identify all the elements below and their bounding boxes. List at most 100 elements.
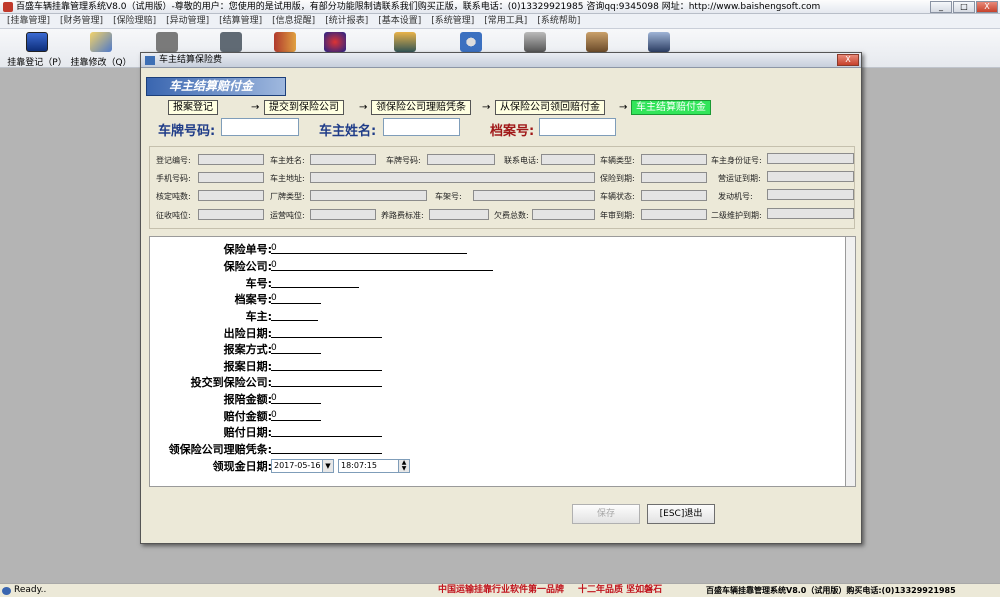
info-label: 保险到期: bbox=[600, 174, 635, 183]
vin-field bbox=[473, 190, 595, 201]
modify-tool-button[interactable]: 挂靠修改（Q） bbox=[66, 32, 136, 68]
info-label: 联系电话: bbox=[504, 156, 539, 165]
payout-amount-value: 0 bbox=[271, 409, 321, 421]
plate-input[interactable] bbox=[221, 118, 299, 136]
reg-no-field bbox=[198, 154, 264, 165]
info-label: 车牌号码: bbox=[386, 156, 421, 165]
toolbar-button-11[interactable] bbox=[624, 32, 694, 52]
info-label: 车主姓名: bbox=[270, 156, 305, 165]
maximize-button[interactable]: □ bbox=[953, 1, 975, 13]
archive-no-value: 0 bbox=[271, 292, 321, 304]
info-label: 运营吨位: bbox=[270, 211, 305, 220]
menu-item[interactable]: [保险理赔] bbox=[108, 14, 161, 28]
step-arrow: → bbox=[619, 102, 628, 113]
toolbar-button-10[interactable] bbox=[562, 32, 632, 52]
window-title-bar: 百盛车辆挂靠管理系统V8.0（试用版）-尊敬的用户：您使用的是试用版，有部分功能… bbox=[0, 0, 1000, 14]
menu-item[interactable]: [基本设置] bbox=[373, 14, 426, 28]
report-amount-value: 0 bbox=[271, 392, 321, 404]
status-icon bbox=[2, 587, 11, 595]
owner-field bbox=[310, 154, 376, 165]
toolbar-button-7[interactable] bbox=[370, 32, 440, 52]
menu-item[interactable]: [信息提醒] bbox=[267, 14, 320, 28]
exit-button[interactable]: [ESC]退出 bbox=[647, 504, 715, 524]
app-icon bbox=[3, 2, 13, 12]
toolbar-button-6[interactable] bbox=[300, 32, 370, 52]
toolbar-button-9[interactable] bbox=[500, 32, 570, 52]
report-date-value bbox=[271, 359, 382, 371]
lock-icon bbox=[524, 32, 546, 52]
menu-item[interactable]: [挂靠管理] bbox=[2, 14, 55, 28]
policy-no-value: 0 bbox=[271, 242, 467, 254]
detail-label: 保险单号: bbox=[223, 243, 272, 256]
menu-item[interactable]: [系统帮助] bbox=[532, 14, 585, 28]
menu-item[interactable]: [结算管理] bbox=[214, 14, 267, 28]
dialog-icon bbox=[145, 56, 155, 65]
detail-label: 领保险公司理赔凭条: bbox=[168, 443, 272, 456]
group-icon bbox=[394, 32, 416, 52]
menu-bar: [挂靠管理] [财务管理] [保险理赔] [异动管理] [结算管理] [信息提醒… bbox=[0, 14, 1000, 29]
operating-tonnage-field bbox=[310, 209, 376, 220]
save-button[interactable]: 保存 bbox=[572, 504, 640, 524]
plate-field bbox=[427, 154, 495, 165]
database-icon bbox=[220, 32, 242, 52]
step-arrow: → bbox=[482, 102, 491, 113]
detail-label: 赔付日期: bbox=[223, 426, 272, 439]
owner-name-label: 车主姓名: bbox=[319, 124, 377, 139]
step-submit-insurer[interactable]: 提交到保险公司 bbox=[264, 100, 344, 115]
detail-label: 保险公司: bbox=[223, 260, 272, 273]
car-no-value bbox=[271, 276, 359, 288]
file-no-label: 档案号: bbox=[490, 124, 535, 139]
info-label: 营运证到期: bbox=[718, 174, 761, 183]
toolbar-button-3[interactable] bbox=[132, 32, 202, 52]
dialog-close-button[interactable]: X bbox=[837, 54, 859, 66]
info-label: 养路费标准: bbox=[381, 211, 424, 220]
step-receive-payment[interactable]: 从保险公司领回赔付金 bbox=[495, 100, 605, 115]
info-label: 车主地址: bbox=[270, 174, 305, 183]
menu-item[interactable]: [常用工具] bbox=[479, 14, 532, 28]
status-slogan-2: 十二年品质 坚如磐石 bbox=[578, 585, 663, 595]
detail-label: 赔付金额: bbox=[223, 410, 272, 423]
vehicle-info-panel: 登记编号: 车主姓名: 车牌号码: 联系电话: 车辆类型: 车主身份证号: 手机… bbox=[149, 146, 855, 229]
cash-date-value: 2017-05-16 bbox=[274, 461, 321, 470]
detail-scrollbar[interactable] bbox=[846, 236, 856, 487]
vehicle-type-field bbox=[641, 154, 707, 165]
document-stack-icon bbox=[156, 32, 178, 52]
register-tool-button[interactable]: 挂靠登记（P） bbox=[2, 32, 72, 68]
info-label: 厂牌类型: bbox=[270, 192, 305, 201]
brand-field bbox=[310, 190, 427, 201]
menu-item[interactable]: [系统管理] bbox=[426, 14, 479, 28]
chevron-down-icon[interactable]: ▼ bbox=[322, 460, 333, 472]
close-button[interactable]: X bbox=[976, 1, 998, 13]
info-label: 年审到期: bbox=[600, 211, 635, 220]
detail-label: 报案方式: bbox=[223, 343, 272, 356]
file-no-input[interactable] bbox=[539, 118, 616, 136]
phone-field bbox=[541, 154, 595, 165]
mobile-field bbox=[198, 172, 264, 183]
status-contact: 百盛车辆挂靠管理系统V8.0（试用版）购买电话:(0)13329921985 bbox=[706, 586, 956, 595]
step-claim-voucher[interactable]: 领保险公司理赔凭条 bbox=[371, 100, 471, 115]
minimize-button[interactable]: _ bbox=[930, 1, 952, 13]
plate-label: 车牌号码: bbox=[158, 124, 216, 139]
menu-item[interactable]: [统计报表] bbox=[320, 14, 373, 28]
time-spinner-icon[interactable]: ▲ ▼ bbox=[398, 460, 409, 472]
detail-label: 出险日期: bbox=[223, 327, 272, 340]
calculator-icon bbox=[586, 32, 608, 52]
disk-icon bbox=[648, 32, 670, 52]
cash-time-picker[interactable]: 18:07:15 ▲ ▼ bbox=[338, 459, 410, 473]
menu-item[interactable]: [财务管理] bbox=[55, 14, 108, 28]
toolbar-button-8[interactable] bbox=[436, 32, 506, 52]
owner-name-input[interactable] bbox=[383, 118, 460, 136]
menu-item[interactable]: [异动管理] bbox=[161, 14, 214, 28]
dialog-title: 车主结算保险费 bbox=[159, 55, 223, 65]
status-bar: Ready.. 中国运输挂靠行业软件第一品牌 十二年品质 坚如磐石 百盛车辆挂靠… bbox=[0, 583, 1000, 597]
payout-date-value bbox=[271, 425, 382, 437]
arrears-field bbox=[532, 209, 595, 220]
step-owner-settlement[interactable]: 车主结算赔付金 bbox=[631, 100, 711, 115]
step-report-register[interactable]: 报案登记 bbox=[168, 100, 218, 115]
claim-detail-panel: 保险单号: 0 保险公司: 0 车号: 档案号: 0 车主: 出险日期: 报案方… bbox=[149, 236, 846, 487]
info-label: 发动机号: bbox=[718, 192, 753, 201]
info-label: 征收吨位: bbox=[156, 211, 191, 220]
levy-tonnage-field bbox=[198, 209, 264, 220]
step-arrow: → bbox=[359, 102, 368, 113]
cash-date-picker[interactable]: 2017-05-16 ▼ bbox=[271, 459, 334, 473]
